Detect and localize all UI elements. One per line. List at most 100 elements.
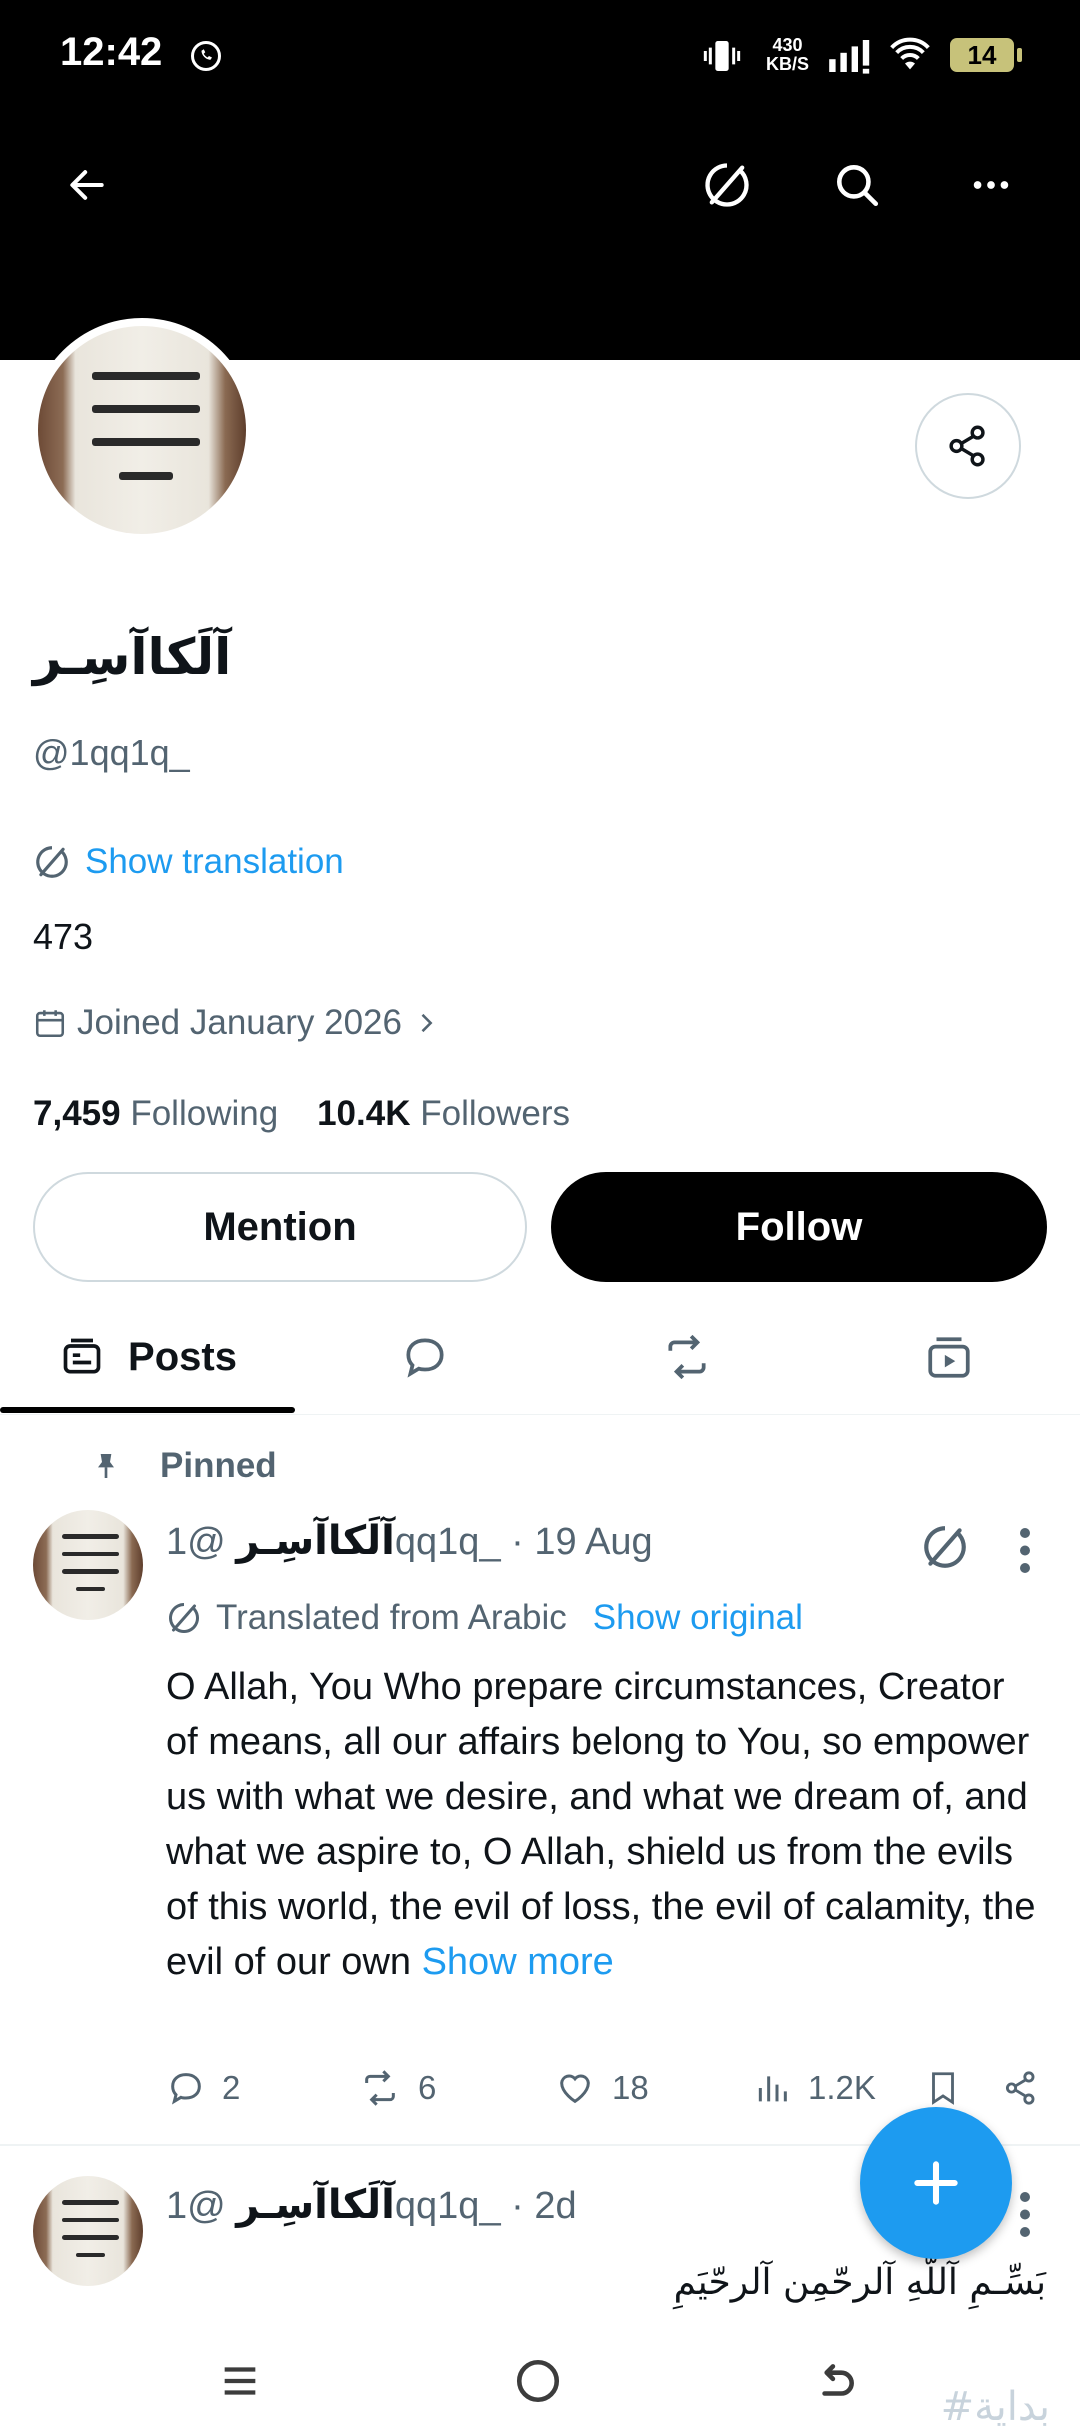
- bookmark-action[interactable]: [924, 2068, 962, 2108]
- mention-button[interactable]: Mention: [33, 1172, 527, 1282]
- show-translation-link[interactable]: Show translation: [33, 842, 344, 882]
- avatar-image: [33, 2176, 143, 2286]
- repost-icon: [365, 2070, 395, 2106]
- repost-count: 6: [418, 2069, 437, 2106]
- avatar-image: [33, 1510, 143, 1620]
- pinned-indicator: Pinned: [90, 1446, 277, 1486]
- chevron-right-icon: [421, 1013, 433, 1033]
- reply-icon: [171, 2073, 201, 2105]
- profile-avatar[interactable]: [30, 318, 254, 542]
- post-header: آلَكاآسِـر @1qq1q_ · 2d: [166, 2182, 577, 2228]
- show-more-link[interactable]: Show more: [422, 1941, 614, 1983]
- profile-handle: @1qq1q_: [33, 732, 190, 773]
- cell-signal-icon: [826, 36, 874, 76]
- status-bar: 12:42 430 KB/S 14: [0, 0, 1080, 110]
- bookmark-icon: [932, 2072, 954, 2105]
- heart-icon: [560, 2074, 590, 2104]
- views-action[interactable]: 1.2K: [752, 2068, 876, 2108]
- avatar-image: [38, 326, 246, 534]
- home-circle-icon: [516, 2359, 560, 2403]
- like-action[interactable]: 18: [554, 2068, 649, 2108]
- translate-icon: [36, 846, 68, 878]
- followers-label: Followers: [420, 1094, 570, 1133]
- media-icon: [928, 1337, 970, 1378]
- post-avatar[interactable]: [33, 1510, 143, 1620]
- calendar-icon: [35, 1010, 65, 1038]
- recent-apps-button[interactable]: [205, 2346, 275, 2416]
- translation-notice: Translated from Arabic Show original: [166, 1598, 803, 1638]
- more-horizontal-icon: [973, 181, 1009, 189]
- more-vertical-icon: [1020, 1528, 1030, 1573]
- reply-count: 2: [222, 2069, 241, 2106]
- pinned-label: Pinned: [160, 1446, 277, 1485]
- share-icon: [1005, 2071, 1035, 2105]
- following-link[interactable]: 7,459 Following: [33, 1094, 278, 1133]
- more-vertical-icon: [1020, 2192, 1030, 2237]
- view-count: 1.2K: [808, 2069, 876, 2106]
- search-icon: [837, 165, 879, 207]
- tab-posts[interactable]: Posts: [0, 1300, 295, 1414]
- followers-link[interactable]: 10.4K Followers: [317, 1094, 570, 1133]
- vibrate-icon: [702, 36, 742, 76]
- profile-bio: 473: [33, 916, 94, 957]
- show-translation-label: Show translation: [85, 842, 344, 881]
- share-action[interactable]: [1002, 2068, 1040, 2108]
- posts-icon: [63, 1338, 101, 1374]
- reply-action[interactable]: 2: [166, 2068, 240, 2108]
- views-icon: [758, 2076, 787, 2102]
- following-label: Following: [130, 1094, 279, 1133]
- whatsapp-icon: [188, 38, 224, 74]
- post-text: O Allah, You Who prepare circumstances, …: [166, 1666, 1036, 1983]
- post-more-button[interactable]: [1010, 1518, 1040, 1578]
- status-time: 12:42: [60, 30, 163, 74]
- translate-button[interactable]: [692, 150, 762, 220]
- post-author-name[interactable]: آلَكاآسِـر: [236, 1519, 395, 1563]
- repost-action[interactable]: 6: [358, 2068, 436, 2108]
- following-count: 7,459: [33, 1094, 121, 1133]
- joined-label: Joined January 2026: [77, 1003, 402, 1042]
- network-speed: 430 KB/S: [766, 35, 810, 74]
- joined-date[interactable]: Joined January 2026: [33, 1003, 440, 1043]
- show-original-link[interactable]: Show original: [593, 1598, 803, 1638]
- tab-media[interactable]: [854, 1300, 1044, 1414]
- translated-from-label: Translated from Arabic: [216, 1598, 567, 1637]
- plus-icon: [914, 2161, 958, 2205]
- home-button[interactable]: [503, 2346, 573, 2416]
- active-tab-indicator: [0, 1407, 295, 1413]
- repost-icon: [668, 1334, 706, 1380]
- profile-display-name: آلَكاآسِـر: [33, 629, 232, 685]
- post-header: آلَكاآسِـر @1qq1q_ · 19 Aug: [166, 1518, 653, 1564]
- wifi-icon: [888, 36, 932, 76]
- post-text: بَسِّـمِ آللّهِ آلرحّمِن آلرحّيَمِ: [673, 2262, 1046, 2303]
- post-body: O Allah, You Who prepare circumstances, …: [166, 1660, 1046, 1990]
- like-count: 18: [612, 2069, 649, 2106]
- profile-tabs: Posts: [0, 1300, 1080, 1415]
- system-navigation-bar: #بداية: [0, 2326, 1080, 2436]
- translate-icon: [924, 1526, 966, 1568]
- translate-icon: [705, 163, 749, 207]
- post-translate-button[interactable]: [920, 1522, 970, 1572]
- post-more-button[interactable]: [1010, 2182, 1040, 2242]
- arrow-left-icon: [70, 170, 104, 200]
- post-avatar[interactable]: [33, 2176, 143, 2286]
- reply-icon: [406, 1338, 444, 1378]
- tab-reposts[interactable]: [592, 1300, 782, 1414]
- tab-replies[interactable]: [330, 1300, 520, 1414]
- post-author-name[interactable]: آلَكاآسِـر: [236, 2183, 395, 2227]
- search-button[interactable]: [822, 150, 892, 220]
- share-profile-button[interactable]: [915, 393, 1021, 499]
- share-icon: [949, 425, 985, 467]
- more-options-button[interactable]: [956, 150, 1026, 220]
- follow-button[interactable]: Follow: [551, 1172, 1047, 1282]
- translate-icon: [169, 1603, 199, 1633]
- compose-post-button[interactable]: [860, 2107, 1012, 2259]
- follow-stats: 7,459 Following 10.4K Followers: [33, 1094, 570, 1134]
- back-nav-button[interactable]: [800, 2346, 870, 2416]
- pin-icon: [98, 1454, 114, 1478]
- menu-icon: [224, 2367, 256, 2395]
- back-button[interactable]: [52, 150, 122, 220]
- back-gesture-icon: [822, 2364, 854, 2396]
- battery-indicator: 14: [950, 38, 1022, 72]
- followers-count: 10.4K: [317, 1094, 411, 1133]
- watermark-text: #بداية: [940, 2384, 1050, 2430]
